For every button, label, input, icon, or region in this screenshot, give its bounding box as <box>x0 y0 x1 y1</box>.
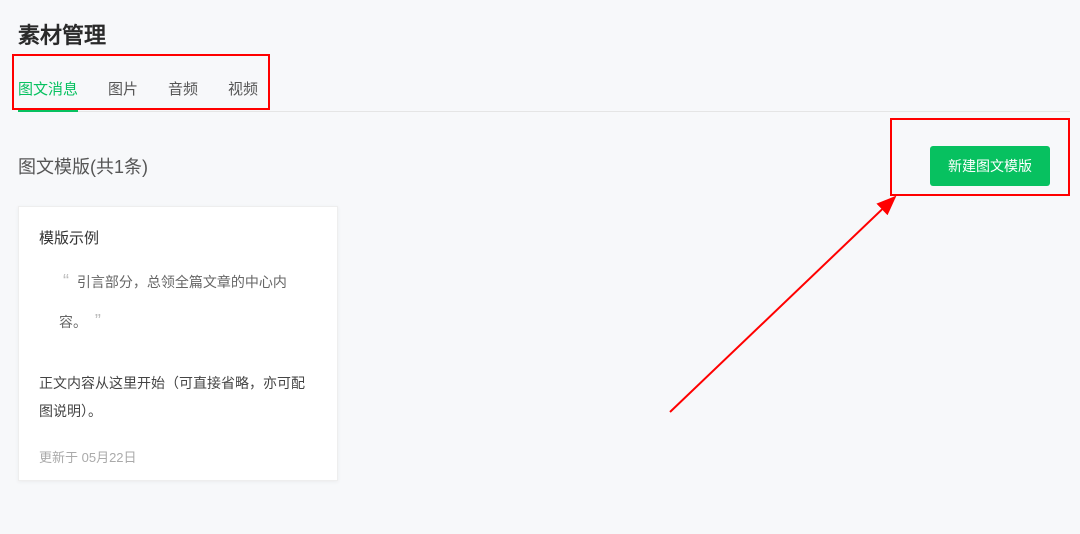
template-updated: 更新于 05月22日 <box>19 447 337 466</box>
quote-close-icon: ” <box>91 311 105 331</box>
quote-open-icon: “ <box>59 271 73 291</box>
tab-audio[interactable]: 音频 <box>168 70 198 111</box>
tab-graphic-message[interactable]: 图文消息 <box>18 70 78 111</box>
template-quote: “ 引言部分，总领全篇文章的中心内容。 ” <box>19 262 337 341</box>
tab-video[interactable]: 视频 <box>228 70 258 111</box>
section-title: 图文模版(共1条) <box>18 153 148 179</box>
section-header: 图文模版(共1条) 新建图文模版 <box>18 146 1070 186</box>
template-title: 模版示例 <box>19 227 337 262</box>
template-card[interactable]: 模版示例 “ 引言部分，总领全篇文章的中心内容。 ” 正文内容从这里开始（可直接… <box>18 206 338 481</box>
tabs: 图文消息 图片 音频 视频 <box>18 70 1070 112</box>
tab-image[interactable]: 图片 <box>108 70 138 111</box>
create-template-button[interactable]: 新建图文模版 <box>930 146 1050 186</box>
template-body: 正文内容从这里开始（可直接省略，亦可配图说明）。 <box>19 369 337 425</box>
page-title: 素材管理 <box>18 18 1070 50</box>
